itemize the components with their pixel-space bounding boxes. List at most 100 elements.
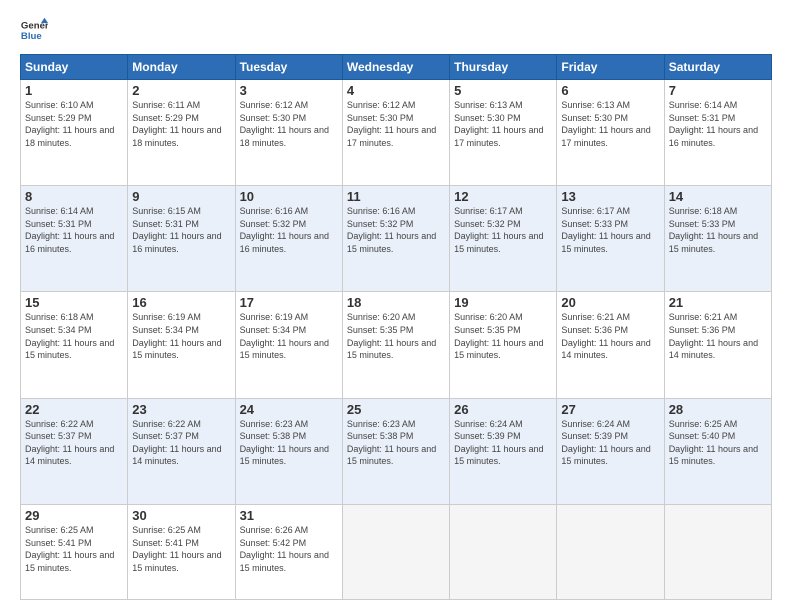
calendar-cell: 24Sunrise: 6:23 AMSunset: 5:38 PMDayligh… [235,398,342,504]
day-number: 20 [561,295,659,310]
calendar-header-row: SundayMondayTuesdayWednesdayThursdayFrid… [21,55,772,80]
day-info: Sunrise: 6:26 AMSunset: 5:42 PMDaylight:… [240,524,338,574]
day-number: 3 [240,83,338,98]
calendar-cell: 17Sunrise: 6:19 AMSunset: 5:34 PMDayligh… [235,292,342,398]
day-number: 27 [561,402,659,417]
calendar-cell: 25Sunrise: 6:23 AMSunset: 5:38 PMDayligh… [342,398,449,504]
day-number: 19 [454,295,552,310]
day-info: Sunrise: 6:15 AMSunset: 5:31 PMDaylight:… [132,205,230,255]
day-info: Sunrise: 6:12 AMSunset: 5:30 PMDaylight:… [347,99,445,149]
weekday-header: Tuesday [235,55,342,80]
calendar-week-row: 15Sunrise: 6:18 AMSunset: 5:34 PMDayligh… [21,292,772,398]
calendar-cell: 16Sunrise: 6:19 AMSunset: 5:34 PMDayligh… [128,292,235,398]
day-number: 13 [561,189,659,204]
calendar-cell: 1Sunrise: 6:10 AMSunset: 5:29 PMDaylight… [21,80,128,186]
day-info: Sunrise: 6:14 AMSunset: 5:31 PMDaylight:… [25,205,123,255]
day-info: Sunrise: 6:25 AMSunset: 5:41 PMDaylight:… [25,524,123,574]
day-info: Sunrise: 6:14 AMSunset: 5:31 PMDaylight:… [669,99,767,149]
calendar-cell [342,504,449,599]
day-info: Sunrise: 6:22 AMSunset: 5:37 PMDaylight:… [132,418,230,468]
calendar-cell: 19Sunrise: 6:20 AMSunset: 5:35 PMDayligh… [450,292,557,398]
day-info: Sunrise: 6:21 AMSunset: 5:36 PMDaylight:… [669,311,767,361]
day-info: Sunrise: 6:17 AMSunset: 5:33 PMDaylight:… [561,205,659,255]
day-info: Sunrise: 6:19 AMSunset: 5:34 PMDaylight:… [132,311,230,361]
day-number: 22 [25,402,123,417]
day-info: Sunrise: 6:16 AMSunset: 5:32 PMDaylight:… [240,205,338,255]
day-info: Sunrise: 6:22 AMSunset: 5:37 PMDaylight:… [25,418,123,468]
day-number: 26 [454,402,552,417]
day-number: 7 [669,83,767,98]
day-number: 4 [347,83,445,98]
calendar-cell: 10Sunrise: 6:16 AMSunset: 5:32 PMDayligh… [235,186,342,292]
day-info: Sunrise: 6:23 AMSunset: 5:38 PMDaylight:… [240,418,338,468]
calendar-cell: 13Sunrise: 6:17 AMSunset: 5:33 PMDayligh… [557,186,664,292]
day-info: Sunrise: 6:25 AMSunset: 5:40 PMDaylight:… [669,418,767,468]
weekday-header: Saturday [664,55,771,80]
day-info: Sunrise: 6:13 AMSunset: 5:30 PMDaylight:… [454,99,552,149]
calendar-cell: 4Sunrise: 6:12 AMSunset: 5:30 PMDaylight… [342,80,449,186]
day-number: 18 [347,295,445,310]
day-info: Sunrise: 6:18 AMSunset: 5:34 PMDaylight:… [25,311,123,361]
calendar-cell: 27Sunrise: 6:24 AMSunset: 5:39 PMDayligh… [557,398,664,504]
day-number: 30 [132,508,230,523]
calendar-cell: 11Sunrise: 6:16 AMSunset: 5:32 PMDayligh… [342,186,449,292]
day-info: Sunrise: 6:21 AMSunset: 5:36 PMDaylight:… [561,311,659,361]
day-number: 29 [25,508,123,523]
calendar-cell [664,504,771,599]
logo: General Blue [20,16,48,44]
day-info: Sunrise: 6:17 AMSunset: 5:32 PMDaylight:… [454,205,552,255]
calendar-cell: 2Sunrise: 6:11 AMSunset: 5:29 PMDaylight… [128,80,235,186]
calendar-cell: 21Sunrise: 6:21 AMSunset: 5:36 PMDayligh… [664,292,771,398]
weekday-header: Monday [128,55,235,80]
day-number: 1 [25,83,123,98]
weekday-header: Sunday [21,55,128,80]
day-info: Sunrise: 6:18 AMSunset: 5:33 PMDaylight:… [669,205,767,255]
calendar-cell: 18Sunrise: 6:20 AMSunset: 5:35 PMDayligh… [342,292,449,398]
calendar-week-row: 22Sunrise: 6:22 AMSunset: 5:37 PMDayligh… [21,398,772,504]
calendar-cell [557,504,664,599]
day-number: 31 [240,508,338,523]
calendar-table: SundayMondayTuesdayWednesdayThursdayFrid… [20,54,772,600]
day-number: 24 [240,402,338,417]
day-info: Sunrise: 6:24 AMSunset: 5:39 PMDaylight:… [561,418,659,468]
calendar-cell: 9Sunrise: 6:15 AMSunset: 5:31 PMDaylight… [128,186,235,292]
calendar-cell: 28Sunrise: 6:25 AMSunset: 5:40 PMDayligh… [664,398,771,504]
day-info: Sunrise: 6:10 AMSunset: 5:29 PMDaylight:… [25,99,123,149]
calendar-cell [450,504,557,599]
day-info: Sunrise: 6:12 AMSunset: 5:30 PMDaylight:… [240,99,338,149]
day-number: 23 [132,402,230,417]
day-info: Sunrise: 6:13 AMSunset: 5:30 PMDaylight:… [561,99,659,149]
day-number: 16 [132,295,230,310]
calendar-cell: 15Sunrise: 6:18 AMSunset: 5:34 PMDayligh… [21,292,128,398]
calendar-week-row: 1Sunrise: 6:10 AMSunset: 5:29 PMDaylight… [21,80,772,186]
day-number: 8 [25,189,123,204]
calendar-cell: 20Sunrise: 6:21 AMSunset: 5:36 PMDayligh… [557,292,664,398]
day-number: 15 [25,295,123,310]
calendar-cell: 30Sunrise: 6:25 AMSunset: 5:41 PMDayligh… [128,504,235,599]
day-info: Sunrise: 6:20 AMSunset: 5:35 PMDaylight:… [454,311,552,361]
header: General Blue [20,16,772,44]
day-number: 5 [454,83,552,98]
logo-icon: General Blue [20,16,48,44]
weekday-header: Wednesday [342,55,449,80]
day-number: 14 [669,189,767,204]
day-info: Sunrise: 6:19 AMSunset: 5:34 PMDaylight:… [240,311,338,361]
day-number: 28 [669,402,767,417]
day-number: 9 [132,189,230,204]
day-number: 12 [454,189,552,204]
calendar-cell: 8Sunrise: 6:14 AMSunset: 5:31 PMDaylight… [21,186,128,292]
day-info: Sunrise: 6:20 AMSunset: 5:35 PMDaylight:… [347,311,445,361]
calendar-cell: 23Sunrise: 6:22 AMSunset: 5:37 PMDayligh… [128,398,235,504]
calendar-week-row: 8Sunrise: 6:14 AMSunset: 5:31 PMDaylight… [21,186,772,292]
weekday-header: Thursday [450,55,557,80]
day-number: 6 [561,83,659,98]
calendar-cell: 31Sunrise: 6:26 AMSunset: 5:42 PMDayligh… [235,504,342,599]
day-info: Sunrise: 6:24 AMSunset: 5:39 PMDaylight:… [454,418,552,468]
calendar-cell: 22Sunrise: 6:22 AMSunset: 5:37 PMDayligh… [21,398,128,504]
day-info: Sunrise: 6:11 AMSunset: 5:29 PMDaylight:… [132,99,230,149]
day-number: 25 [347,402,445,417]
calendar-cell: 5Sunrise: 6:13 AMSunset: 5:30 PMDaylight… [450,80,557,186]
day-number: 21 [669,295,767,310]
page: General Blue SundayMondayTuesdayWednesda… [0,0,792,612]
calendar-cell: 12Sunrise: 6:17 AMSunset: 5:32 PMDayligh… [450,186,557,292]
